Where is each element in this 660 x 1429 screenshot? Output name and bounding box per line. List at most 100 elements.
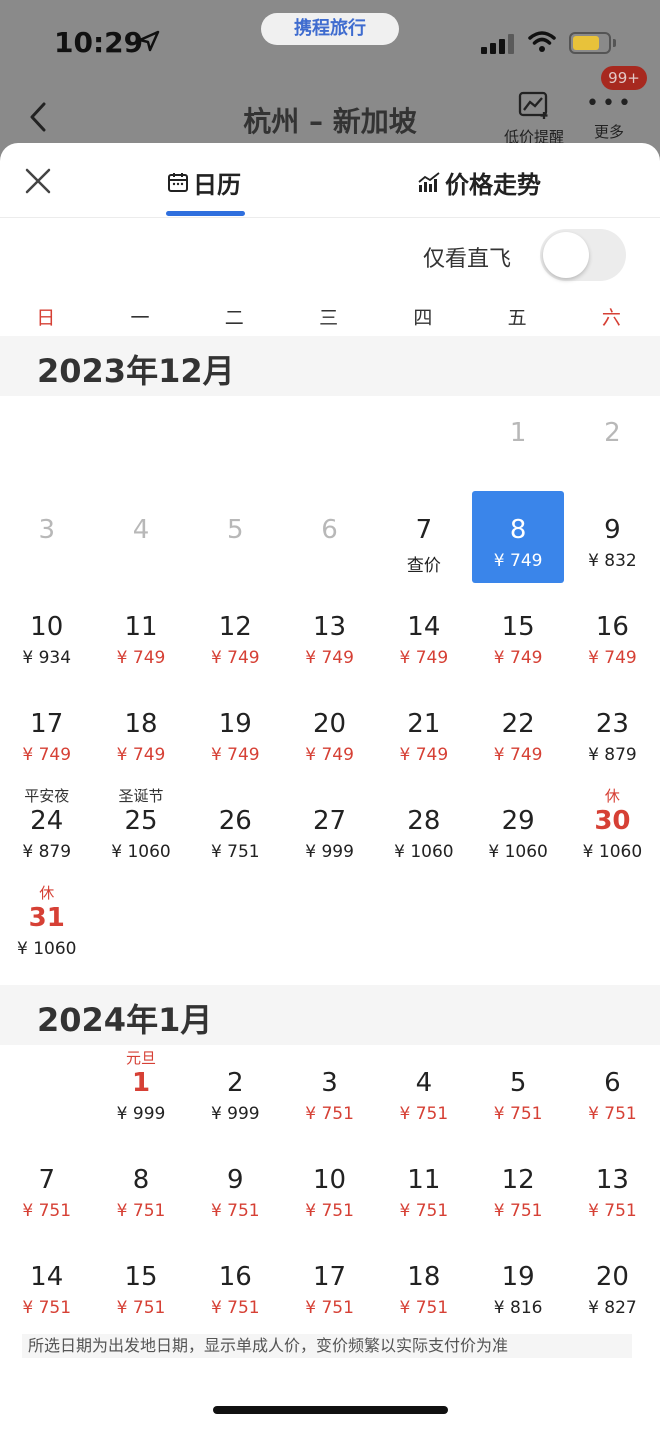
day-number: 25 (124, 806, 158, 836)
day-number: 5 (509, 1068, 527, 1098)
day-cell[interactable]: 9 ¥ 832 (567, 491, 658, 583)
day-note: 休 (604, 787, 620, 805)
day-number: 12 (218, 612, 252, 642)
day-cell[interactable]: 5 ¥ 751 (472, 1044, 563, 1136)
day-cell[interactable]: 21 ¥ 749 (378, 685, 469, 777)
day-cell[interactable]: 元旦 1 ¥ 999 (95, 1044, 186, 1136)
day-cell: 4 (95, 491, 186, 583)
day-price: ¥ 827 (588, 1298, 637, 1318)
day-price: ¥ 749 (493, 551, 543, 571)
price-alert-button[interactable]: 低价提醒 (496, 90, 572, 147)
footer-disclaimer: 所选日期为出发地日期，显示单成人价，变价频繁以实际支付价为准 (22, 1334, 632, 1358)
day-price: ¥ 749 (399, 745, 449, 765)
day-cell[interactable]: 13 ¥ 749 (284, 588, 375, 680)
day-cell[interactable]: 29 ¥ 1060 (472, 782, 563, 874)
day-price: ¥ 1060 (488, 842, 548, 862)
day-cell[interactable]: 4 ¥ 751 (378, 1044, 469, 1136)
day-number: 3 (38, 515, 55, 545)
day-cell[interactable]: 22 ¥ 749 (472, 685, 563, 777)
day-cell[interactable]: 7 查价 (378, 491, 469, 583)
day-cell[interactable]: 23 ¥ 879 (567, 685, 658, 777)
day-cell[interactable]: 休 31 ¥ 1060 (1, 879, 92, 971)
day-price: ¥ 749 (305, 745, 354, 765)
day-cell[interactable]: 18 ¥ 751 (378, 1238, 469, 1321)
day-price: ¥ 879 (22, 842, 72, 862)
day-price: ¥ 751 (493, 1104, 543, 1124)
day-number: 7 (415, 515, 433, 545)
day-cell[interactable]: 休 30 ¥ 1060 (567, 782, 658, 874)
home-indicator (213, 1406, 448, 1414)
day-cell[interactable]: 15 ¥ 751 (95, 1238, 186, 1321)
day-number: 17 (30, 709, 64, 739)
day-cell[interactable]: 2 ¥ 999 (190, 1044, 281, 1136)
brand-label: 携程旅行 (294, 18, 366, 39)
day-cell[interactable]: 12 ¥ 749 (190, 588, 281, 680)
day-number: 10 (313, 1165, 347, 1195)
day-number: 27 (313, 806, 347, 836)
day-price: ¥ 751 (588, 1104, 637, 1124)
day-cell[interactable]: 19 ¥ 816 (472, 1238, 563, 1321)
day-price: ¥ 751 (399, 1298, 449, 1318)
day-cell[interactable]: 14 ¥ 749 (378, 588, 469, 680)
clock: 10:29 (54, 26, 144, 59)
day-cell[interactable]: 26 ¥ 751 (190, 782, 281, 874)
day-number: 14 (407, 612, 441, 642)
message-badge: 99+ (601, 66, 647, 90)
day-number: 18 (124, 709, 158, 739)
day-cell[interactable]: 8 ¥ 751 (95, 1141, 186, 1233)
day-cell[interactable]: 27 ¥ 999 (284, 782, 375, 874)
day-cell[interactable]: 20 ¥ 749 (284, 685, 375, 777)
day-cell[interactable]: 14 ¥ 751 (1, 1238, 92, 1321)
day-cell[interactable]: 平安夜 24 ¥ 879 (1, 782, 92, 874)
day-cell[interactable]: 7 ¥ 751 (1, 1141, 92, 1233)
day-cell[interactable]: 10 ¥ 751 (284, 1141, 375, 1233)
day-cell[interactable]: 15 ¥ 749 (472, 588, 563, 680)
day-price: ¥ 751 (210, 842, 260, 862)
day-price: ¥ 751 (493, 1201, 543, 1221)
day-number: 6 (321, 515, 338, 545)
day-number: 19 (218, 709, 252, 739)
day-number: 26 (218, 806, 252, 836)
day-number: 16 (218, 1262, 252, 1292)
day-price: ¥ 751 (210, 1298, 260, 1318)
day-cell-selected[interactable]: 8 ¥ 749 (472, 491, 564, 583)
day-cell[interactable]: 20 ¥ 827 (567, 1238, 658, 1321)
day-number: 16 (595, 612, 629, 642)
day-cell[interactable]: 6 ¥ 751 (567, 1044, 658, 1136)
day-cell[interactable]: 17 ¥ 751 (284, 1238, 375, 1321)
day-price: 查价 (406, 556, 441, 576)
day-price: ¥ 934 (22, 648, 72, 668)
day-cell[interactable]: 28 ¥ 1060 (378, 782, 469, 874)
day-cell[interactable]: 9 ¥ 751 (190, 1141, 281, 1233)
day-cell[interactable]: 12 ¥ 751 (472, 1141, 563, 1233)
day-cell[interactable]: 16 ¥ 751 (190, 1238, 281, 1321)
day-note: 元旦 (125, 1049, 156, 1067)
day-number: 11 (407, 1165, 441, 1195)
day-price: ¥ 1060 (111, 842, 171, 862)
more-button[interactable]: ••• 更多 (586, 93, 632, 142)
calendar-scroll[interactable]: 2023年12月 1 2 3 4 5 6 7 查价 8 ¥ 749 9 ¥ 832 10 ¥ 934 11 ¥… (0, 143, 660, 1321)
day-cell[interactable]: 16 ¥ 749 (567, 588, 658, 680)
day-cell[interactable]: 11 ¥ 751 (378, 1141, 469, 1233)
day-number: 12 (501, 1165, 535, 1195)
day-price: ¥ 751 (305, 1104, 354, 1124)
day-price: ¥ 816 (493, 1298, 543, 1318)
day-price: ¥ 751 (399, 1104, 449, 1124)
day-cell[interactable]: 13 ¥ 751 (567, 1141, 658, 1233)
day-price: ¥ 749 (116, 745, 166, 765)
day-cell[interactable]: 19 ¥ 749 (190, 685, 281, 777)
day-cell[interactable]: 18 ¥ 749 (95, 685, 186, 777)
day-cell[interactable]: 3 ¥ 751 (284, 1044, 375, 1136)
month-header: 2023年12月 (0, 336, 660, 396)
day-number: 11 (124, 612, 158, 642)
day-cell[interactable]: 17 ¥ 749 (1, 685, 92, 777)
day-cell[interactable]: 10 ¥ 934 (1, 588, 92, 680)
day-cell: 6 (284, 491, 375, 583)
day-number: 4 (415, 1068, 433, 1098)
day-cell[interactable]: 圣诞节 25 ¥ 1060 (95, 782, 186, 874)
day-cell[interactable]: 11 ¥ 749 (95, 588, 186, 680)
day-number: 23 (595, 709, 629, 739)
battery-icon (569, 32, 611, 54)
brand-pill[interactable]: 携程旅行 (261, 13, 399, 45)
day-number: 8 (509, 515, 527, 545)
